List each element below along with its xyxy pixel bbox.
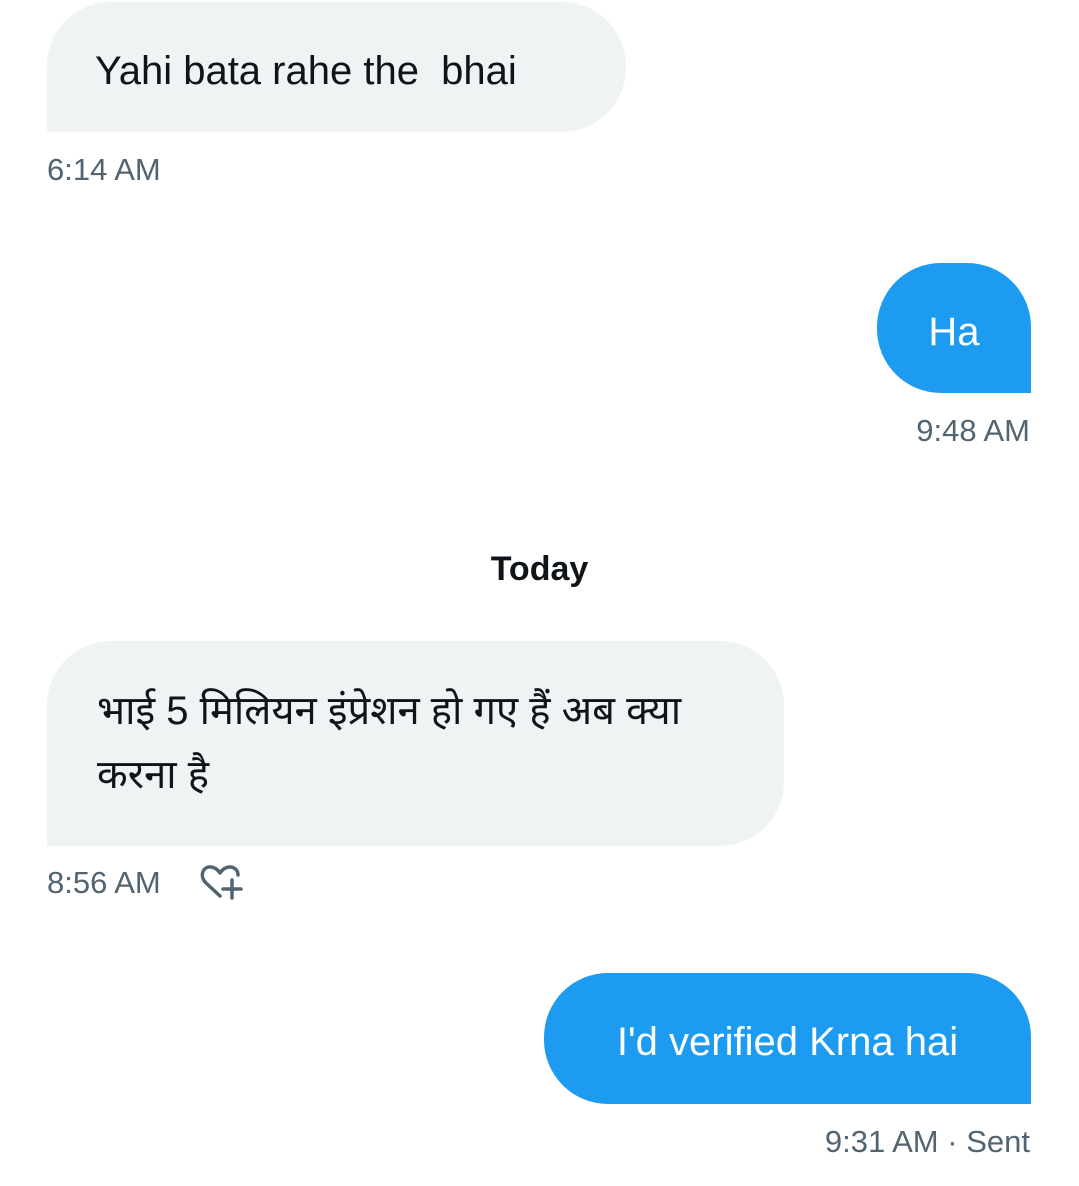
- add-reaction-button[interactable]: [190, 858, 246, 906]
- message-text: Yahi bata rahe the bhai: [95, 49, 517, 93]
- message-text: I'd verified Krna hai: [616, 1020, 959, 1064]
- delivery-status: Sent: [966, 1124, 1030, 1159]
- message-meta: 9:31 AM · Sent: [825, 1122, 1030, 1162]
- message-timestamp: 9:48 AM: [916, 413, 1030, 448]
- message-bubble-received[interactable]: भाई 5 मिलियन इंप्रेशन हो गए हैं अब क्या …: [47, 641, 784, 846]
- message-timestamp: 9:31 AM: [824, 1124, 939, 1159]
- date-divider: Today: [490, 550, 589, 588]
- message-text: भाई 5 मिलियन इंप्रेशन हो गए हैं अब क्या …: [97, 689, 682, 797]
- message-bubble-sent[interactable]: I'd verified Krna hai: [544, 973, 1031, 1104]
- message-bubble-received[interactable]: Yahi bata rahe the bhai: [47, 2, 626, 132]
- message-bubble-sent[interactable]: Ha: [877, 263, 1031, 393]
- message-text: Ha: [928, 310, 980, 354]
- heart-plus-icon: [200, 865, 243, 900]
- message-timestamp: 8:56 AM: [47, 865, 161, 900]
- message-timestamp: 6:14 AM: [47, 152, 161, 187]
- meta-separator: ·: [947, 1124, 958, 1159]
